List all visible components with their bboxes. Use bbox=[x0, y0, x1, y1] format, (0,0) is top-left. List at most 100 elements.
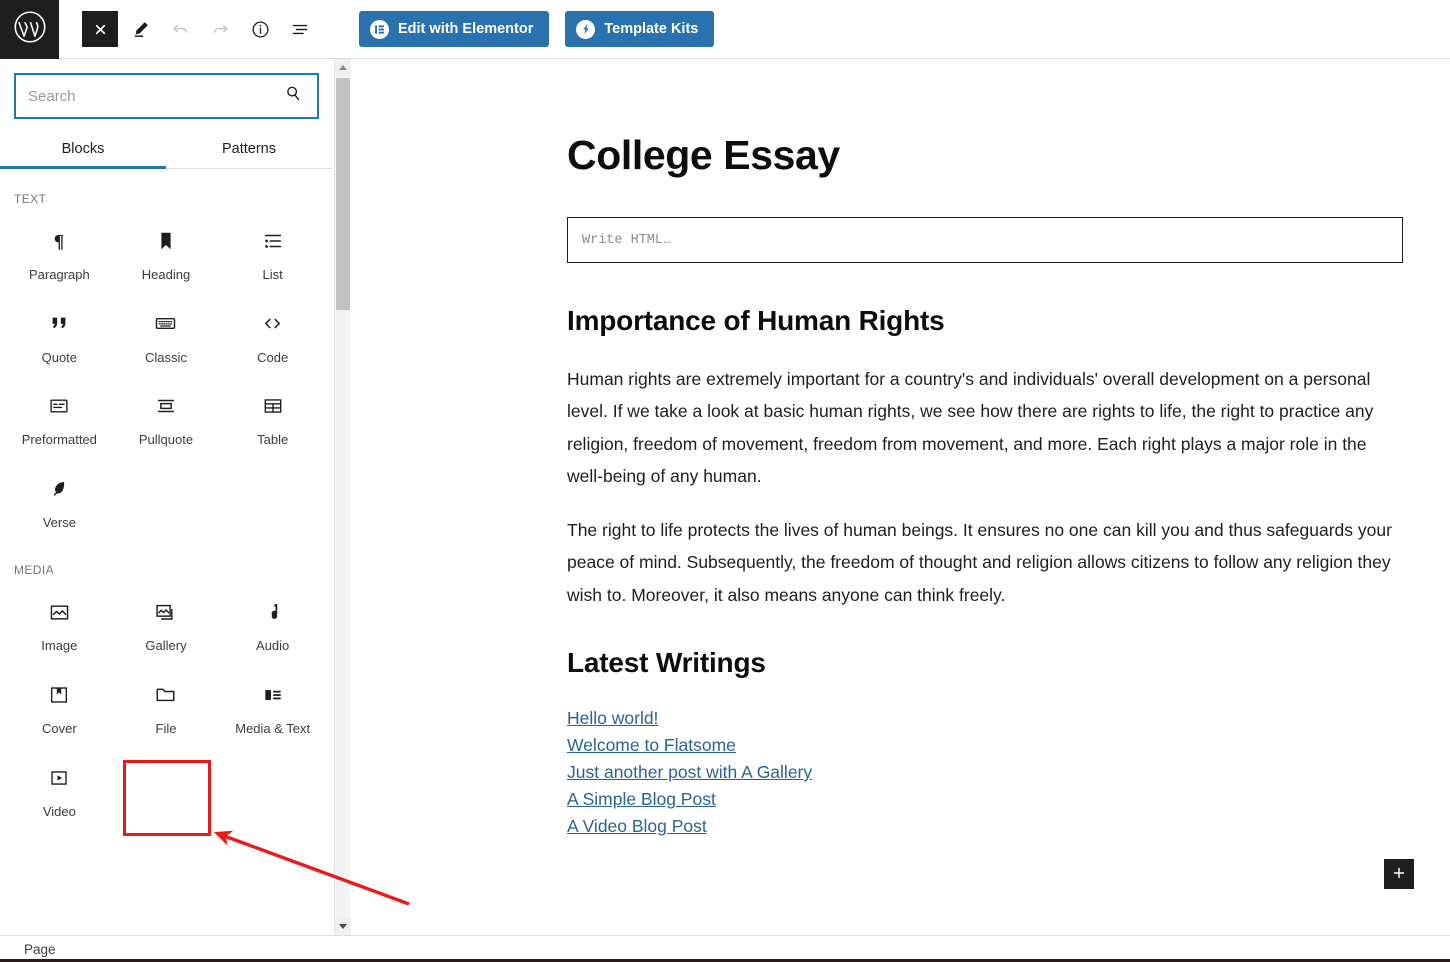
block-item-quote[interactable]: Quote bbox=[6, 293, 113, 376]
pullquote-icon bbox=[153, 393, 179, 419]
edit-with-elementor-button[interactable]: Edit with Elementor bbox=[359, 11, 550, 47]
block-label: Cover bbox=[41, 720, 77, 736]
section-label-text: TEXT bbox=[14, 192, 47, 206]
post-content: College Essay Write HTML… Importance of … bbox=[351, 59, 1450, 840]
list-item[interactable]: A Video Blog Post bbox=[567, 813, 707, 840]
file-folder-icon bbox=[153, 682, 179, 708]
list-item[interactable]: Hello world! bbox=[567, 705, 658, 732]
heading-latest-writings[interactable]: Latest Writings bbox=[567, 647, 1450, 679]
list-item[interactable]: A Simple Blog Post bbox=[567, 786, 716, 813]
editor-tool-group bbox=[82, 11, 318, 47]
block-inserter-panel: Blocks Patterns TEXT ¶ Paragraph Heading bbox=[0, 59, 350, 935]
block-item-preformatted[interactable]: Preformatted bbox=[6, 375, 113, 458]
block-item-pullquote[interactable]: Pullquote bbox=[113, 375, 220, 458]
quote-icon bbox=[46, 311, 72, 337]
scroll-down-arrow-icon[interactable] bbox=[335, 918, 351, 935]
plus-icon bbox=[1391, 865, 1407, 884]
svg-text:¶: ¶ bbox=[54, 231, 64, 252]
verse-feather-icon bbox=[46, 476, 72, 502]
list-item[interactable]: Welcome to Flatsome bbox=[567, 732, 736, 759]
block-label: Verse bbox=[42, 514, 76, 530]
search-icon bbox=[284, 84, 303, 108]
template-kits-label: Template Kits bbox=[604, 21, 699, 37]
close-x-icon bbox=[92, 21, 109, 38]
inserter-scrollbar[interactable] bbox=[334, 59, 351, 935]
block-label: Quote bbox=[41, 349, 78, 365]
block-item-verse[interactable]: Verse bbox=[6, 458, 113, 541]
section-label-media: MEDIA bbox=[14, 563, 55, 578]
edit-with-elementor-label: Edit with Elementor bbox=[398, 21, 534, 37]
paragraph-block-2[interactable]: The right to life protects the lives of … bbox=[567, 514, 1403, 611]
video-play-icon bbox=[46, 765, 72, 791]
block-item-file[interactable]: File bbox=[113, 664, 220, 747]
editor-top-toolbar: Edit with Elementor Template Kits bbox=[0, 0, 1450, 59]
heading-bookmark-icon bbox=[153, 228, 179, 254]
redo-button[interactable] bbox=[202, 11, 238, 47]
media-and-text-icon bbox=[260, 682, 286, 708]
block-item-list[interactable]: List bbox=[219, 210, 326, 293]
search-box[interactable] bbox=[14, 73, 319, 119]
close-editor-button[interactable] bbox=[82, 11, 118, 47]
block-grid-media: Image Gallery Audio Cover File Media & T… bbox=[0, 581, 332, 829]
preformatted-icon bbox=[46, 393, 72, 419]
wordpress-logo-button[interactable] bbox=[0, 0, 59, 59]
pencil-icon bbox=[130, 19, 151, 40]
list-view-icon bbox=[290, 19, 311, 40]
audio-note-icon bbox=[260, 599, 286, 625]
block-label: Image bbox=[41, 638, 78, 654]
heading-importance-of-human-rights[interactable]: Importance of Human Rights bbox=[567, 305, 1450, 337]
block-item-image[interactable]: Image bbox=[6, 581, 113, 664]
blocks-scroll-region[interactable]: TEXT ¶ Paragraph Heading List Quote Clas… bbox=[0, 169, 332, 917]
tab-blocks[interactable]: Blocks bbox=[0, 131, 166, 169]
block-item-cover[interactable]: Cover bbox=[6, 664, 113, 747]
custom-html-block[interactable]: Write HTML… bbox=[567, 217, 1403, 263]
breadcrumb[interactable]: Page bbox=[24, 942, 56, 957]
redo-arrow-icon bbox=[210, 19, 231, 40]
editor-canvas: College Essay Write HTML… Importance of … bbox=[351, 59, 1450, 935]
classic-keyboard-icon bbox=[153, 311, 179, 337]
block-item-heading[interactable]: Heading bbox=[113, 210, 220, 293]
undo-button[interactable] bbox=[162, 11, 198, 47]
block-label: Gallery bbox=[145, 638, 187, 654]
html-block-placeholder: Write HTML… bbox=[582, 232, 672, 248]
paragraph-block-1[interactable]: Human rights are extremely important for… bbox=[567, 363, 1403, 492]
edit-mode-button[interactable] bbox=[122, 11, 158, 47]
search-area bbox=[0, 59, 349, 119]
info-circle-icon bbox=[250, 19, 271, 40]
block-item-code[interactable]: Code bbox=[219, 293, 326, 376]
search-input[interactable] bbox=[28, 87, 305, 105]
wordpress-logo-icon bbox=[13, 10, 47, 49]
block-label: Preformatted bbox=[21, 432, 97, 448]
block-label: Audio bbox=[256, 638, 290, 654]
scroll-up-arrow-icon[interactable] bbox=[335, 59, 351, 76]
block-label: Heading bbox=[141, 267, 191, 282]
block-label: Paragraph bbox=[28, 267, 90, 282]
block-item-classic[interactable]: Classic bbox=[113, 293, 220, 376]
list-view-button[interactable] bbox=[282, 11, 318, 47]
latest-writings-list: Hello world! Welcome to Flatsome Just an… bbox=[567, 705, 1450, 840]
scrollbar-thumb[interactable] bbox=[336, 78, 350, 310]
block-item-gallery[interactable]: Gallery bbox=[113, 581, 220, 664]
block-label: Table bbox=[257, 432, 289, 448]
block-label: Media & Text bbox=[235, 720, 311, 736]
block-grid-text: ¶ Paragraph Heading List Quote Classic C… bbox=[0, 210, 332, 540]
block-label: Pullquote bbox=[138, 432, 194, 448]
block-item-video[interactable]: Video bbox=[6, 747, 113, 830]
block-label: Code bbox=[257, 349, 289, 365]
details-button[interactable] bbox=[242, 11, 278, 47]
post-title[interactable]: College Essay bbox=[567, 132, 1450, 179]
inserter-tabs: Blocks Patterns bbox=[0, 131, 332, 169]
add-block-button[interactable] bbox=[1384, 859, 1414, 889]
block-item-paragraph[interactable]: ¶ Paragraph bbox=[6, 210, 113, 293]
block-item-media-and-text[interactable]: Media & Text bbox=[219, 664, 326, 747]
table-icon bbox=[260, 393, 286, 419]
block-item-audio[interactable]: Audio bbox=[219, 581, 326, 664]
tab-patterns[interactable]: Patterns bbox=[166, 131, 332, 168]
elementor-badge-icon bbox=[370, 19, 389, 39]
integration-buttons: Edit with Elementor Template Kits bbox=[359, 11, 715, 47]
list-item[interactable]: Just another post with A Gallery bbox=[567, 759, 812, 786]
block-label: Classic bbox=[145, 349, 187, 365]
editor-status-bar: Page bbox=[0, 935, 1450, 962]
block-item-table[interactable]: Table bbox=[219, 375, 326, 458]
template-kits-button[interactable]: Template Kits bbox=[565, 11, 715, 47]
